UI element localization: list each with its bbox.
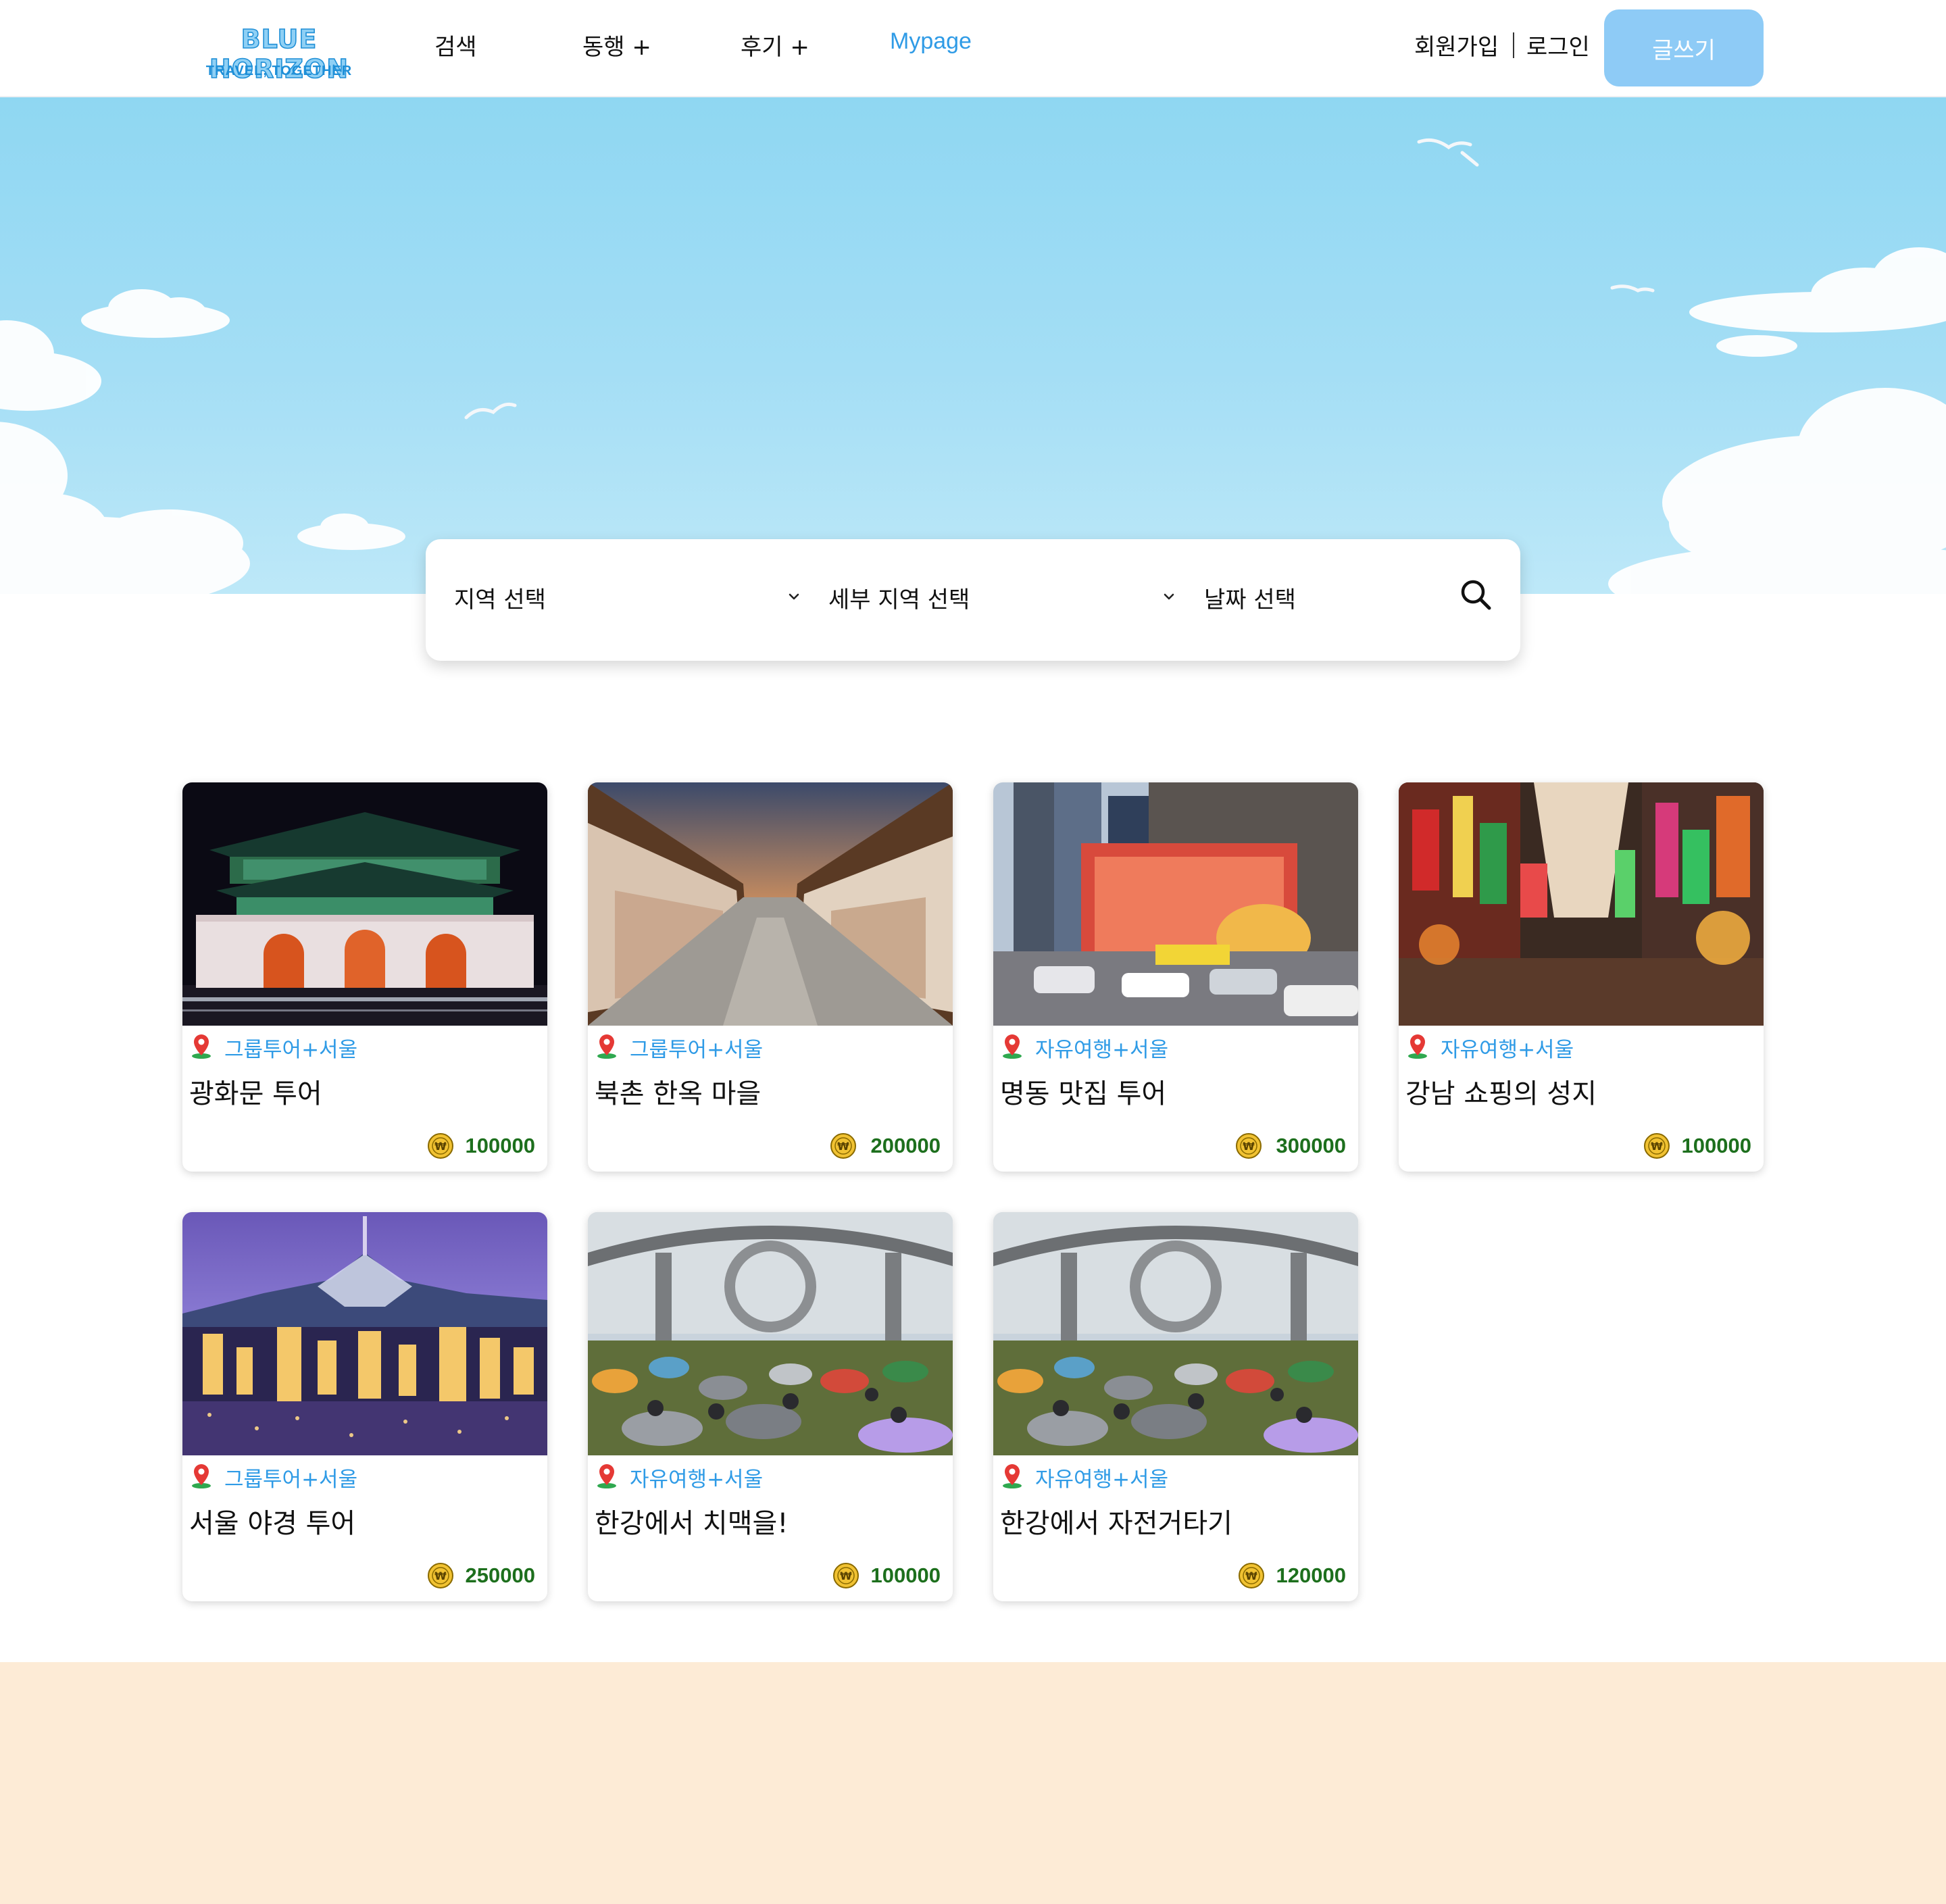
card-photo	[182, 782, 547, 1026]
svg-text:₩: ₩	[1243, 1140, 1255, 1153]
card-price: 120000	[1276, 1563, 1346, 1587]
card-category: 그룹투어+서울	[224, 1468, 358, 1492]
card-photo	[993, 1212, 1358, 1455]
tour-card[interactable]: 자유여행+서울 한강에서 치맥을! ₩ 100000	[588, 1212, 953, 1601]
tour-card[interactable]: 자유여행+서울 명동 맛집 투어 ₩ 300000	[993, 782, 1358, 1172]
hero-banner	[0, 97, 1946, 594]
nav-mypage[interactable]: Mypage	[890, 28, 972, 55]
site-header: BLUE HORIZON TRAVEL, TOGETHER 검색 동행 + 후기…	[0, 0, 1946, 97]
subregion-select[interactable]: 세부 지역 선택	[828, 581, 970, 614]
tour-card[interactable]: 그룹투어+서울 광화문 투어 ₩ 100000	[182, 782, 547, 1172]
svg-text:₩: ₩	[434, 1140, 447, 1153]
won-coin-icon: ₩	[1236, 1133, 1262, 1159]
card-category: 자유여행+서울	[1035, 1038, 1169, 1062]
card-title: 명동 맛집 투어	[1000, 1078, 1167, 1109]
location-pin-icon	[192, 1464, 211, 1488]
search-bar: 지역 선택 세부 지역 선택 날짜 선택	[426, 539, 1520, 661]
tour-card[interactable]: 그룹투어+서울 서울 야경 투어 ₩ 250000	[182, 1212, 547, 1601]
card-title: 한강에서 자전거타기	[1000, 1508, 1232, 1539]
sky-illustration	[0, 138, 1946, 594]
card-photo	[1399, 782, 1764, 1026]
card-category: 그룹투어+서울	[630, 1038, 764, 1062]
card-photo	[993, 782, 1358, 1026]
won-coin-icon: ₩	[1644, 1133, 1670, 1159]
location-pin-icon	[192, 1034, 211, 1059]
card-price: 100000	[1681, 1134, 1751, 1157]
card-title: 북촌 한옥 마을	[595, 1078, 762, 1109]
card-title: 한강에서 치맥을!	[595, 1508, 789, 1539]
search-icon[interactable]	[1458, 577, 1493, 612]
card-title: 강남 쇼핑의 성지	[1405, 1078, 1597, 1109]
chevron-down-icon[interactable]	[784, 586, 804, 607]
write-button[interactable]: 글쓰기	[1604, 9, 1764, 86]
card-price: 250000	[465, 1563, 535, 1587]
svg-text:₩: ₩	[1245, 1570, 1257, 1582]
location-pin-icon	[597, 1464, 616, 1488]
won-coin-icon: ₩	[830, 1133, 856, 1159]
login-link[interactable]: 로그인	[1526, 28, 1590, 61]
card-price: 300000	[1276, 1134, 1346, 1157]
won-coin-icon: ₩	[1239, 1563, 1264, 1588]
nav-review[interactable]: 후기 +	[741, 28, 809, 61]
svg-text:₩: ₩	[434, 1570, 447, 1582]
region-select[interactable]: 지역 선택	[454, 581, 546, 614]
location-pin-icon	[1003, 1464, 1022, 1488]
won-coin-icon: ₩	[428, 1133, 453, 1159]
brand-tagline: TRAVEL, TOGETHER	[205, 64, 353, 78]
location-pin-icon	[597, 1034, 616, 1059]
card-category: 자유여행+서울	[1035, 1468, 1169, 1492]
card-photo	[588, 782, 953, 1026]
card-category: 자유여행+서울	[630, 1468, 764, 1492]
nav-companion[interactable]: 동행 +	[582, 28, 651, 61]
chevron-down-icon[interactable]	[1159, 586, 1179, 607]
card-price: 100000	[870, 1563, 941, 1587]
card-title: 서울 야경 투어	[189, 1508, 356, 1539]
card-price: 200000	[870, 1134, 941, 1157]
won-coin-icon: ₩	[833, 1563, 859, 1588]
signup-link[interactable]: 회원가입	[1414, 28, 1499, 61]
card-price: 100000	[465, 1134, 535, 1157]
page-footer	[0, 1662, 1946, 1904]
location-pin-icon	[1003, 1034, 1022, 1059]
tour-card[interactable]: 자유여행+서울 강남 쇼핑의 성지 ₩ 100000	[1399, 782, 1764, 1172]
location-pin-icon	[1408, 1034, 1427, 1059]
card-category: 자유여행+서울	[1441, 1038, 1574, 1062]
tour-card[interactable]: 자유여행+서울 한강에서 자전거타기 ₩ 120000	[993, 1212, 1358, 1601]
nav-search[interactable]: 검색	[434, 28, 477, 61]
svg-text:₩: ₩	[1651, 1140, 1663, 1153]
svg-text:₩: ₩	[840, 1570, 852, 1582]
card-category: 그룹투어+서울	[224, 1038, 358, 1062]
card-title: 광화문 투어	[189, 1078, 322, 1109]
card-photo	[588, 1212, 953, 1455]
tour-card[interactable]: 그룹투어+서울 북촌 한옥 마을 ₩ 200000	[588, 782, 953, 1172]
date-select[interactable]: 날짜 선택	[1204, 581, 1296, 614]
card-photo	[182, 1212, 547, 1455]
auth-divider	[1513, 32, 1514, 58]
brand-logo[interactable]: BLUE HORIZON TRAVEL, TOGETHER	[181, 24, 377, 84]
svg-text:₩: ₩	[837, 1140, 849, 1153]
won-coin-icon: ₩	[428, 1563, 453, 1588]
